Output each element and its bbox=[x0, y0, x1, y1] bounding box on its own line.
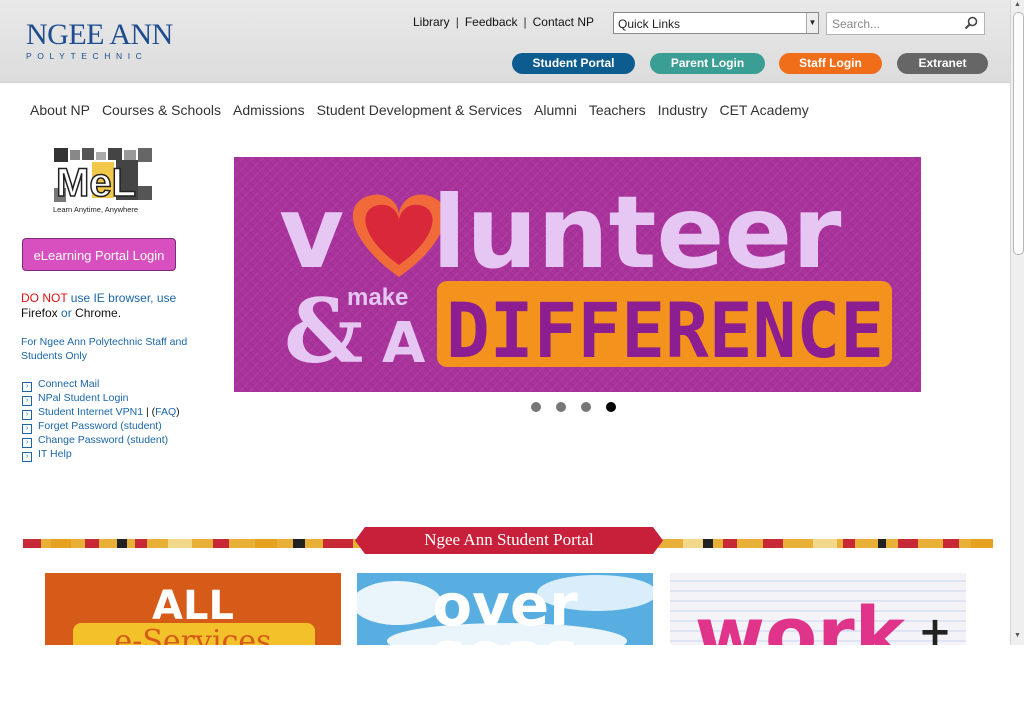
parent-login-label: Parent Login bbox=[670, 56, 745, 70]
elearning-login-button[interactable]: eLearning Portal Login bbox=[22, 238, 176, 271]
nav-item-industry[interactable]: Industry bbox=[658, 102, 708, 118]
banner-word-lunteer: lunteer bbox=[432, 174, 842, 291]
main-nav: About NP Courses & Schools Admissions Stude… bbox=[30, 102, 821, 118]
arrow-box-icon: › bbox=[22, 410, 32, 420]
chevron-down-icon: ▼ bbox=[806, 13, 818, 33]
warning-firefox: Firefox bbox=[21, 306, 58, 320]
quick-links-select[interactable]: Quick Links ▼ bbox=[613, 12, 819, 34]
page: NGEE ANN POLYTECHNIC Library | Feedback | Co… bbox=[0, 0, 1010, 645]
student-portal-label: Student Portal bbox=[532, 56, 615, 70]
separator: | bbox=[523, 15, 527, 29]
scroll-up-icon[interactable]: ▲ bbox=[1013, 1, 1022, 8]
contact-link[interactable]: Contact NP bbox=[533, 15, 594, 29]
parent-login-button[interactable]: Parent Login bbox=[650, 53, 765, 74]
scroll-down-icon[interactable]: ▼ bbox=[1013, 632, 1022, 639]
banner-word-v: v bbox=[279, 174, 344, 291]
arrow-box-icon: › bbox=[22, 382, 32, 392]
banner-a: A bbox=[382, 311, 426, 376]
logo-main-text: NGEE ANN bbox=[26, 18, 173, 51]
scrollbar[interactable]: ▲ ▼ bbox=[1010, 0, 1024, 645]
tile-eservices-text: e-Services bbox=[114, 624, 271, 645]
list-item[interactable]: › Forget Password (student) bbox=[22, 419, 180, 434]
feedback-link[interactable]: Feedback bbox=[465, 15, 518, 29]
nav-item-about[interactable]: About NP bbox=[30, 102, 90, 118]
arrow-box-icon: › bbox=[22, 452, 32, 462]
mel-logo[interactable]: MeL bbox=[52, 146, 154, 206]
search-placeholder: Search... bbox=[832, 17, 881, 31]
nav-item-admissions[interactable]: Admissions bbox=[233, 102, 305, 118]
staff-note: For Ngee Ann Polytechnic Staff and Stude… bbox=[21, 336, 188, 362]
arrow-box-icon: › bbox=[22, 438, 32, 448]
npal-login-link[interactable]: NPal Student Login bbox=[38, 392, 128, 404]
list-item[interactable]: › Connect Mail bbox=[22, 377, 180, 392]
top-links: Library | Feedback | Contact NP bbox=[413, 15, 594, 29]
change-password-link[interactable]: Change Password (student) bbox=[38, 434, 168, 446]
header: NGEE ANN POLYTECHNIC Library | Feedback | Co… bbox=[0, 0, 1010, 83]
warning-or: or bbox=[57, 306, 76, 320]
scrollbar-thumb[interactable] bbox=[1013, 12, 1024, 255]
nav-item-teachers[interactable]: Teachers bbox=[589, 102, 646, 118]
warning-chrome: Chrome bbox=[75, 306, 118, 320]
portal-title: Ngee Ann Student Portal bbox=[424, 530, 594, 549]
carousel-dot-2[interactable] bbox=[556, 402, 566, 412]
vpn-link[interactable]: Student Internet VPN1 bbox=[38, 406, 143, 418]
list-item[interactable]: › Change Password (student) bbox=[22, 433, 180, 448]
list-item[interactable]: › NPal Student Login bbox=[22, 391, 180, 406]
banner-difference: DIFFERENCE bbox=[446, 286, 884, 375]
tile-all-eservices[interactable]: ALL e-Services bbox=[45, 573, 341, 645]
logo-sub-text: POLYTECHNIC bbox=[26, 51, 148, 61]
warning-period: . bbox=[117, 306, 122, 320]
paren-close: ) bbox=[176, 406, 180, 418]
it-help-link[interactable]: IT Help bbox=[38, 448, 72, 460]
separator: | bbox=[143, 406, 152, 418]
warning-text-1: use IE browser, use bbox=[67, 291, 177, 305]
search-input[interactable]: Search... bbox=[826, 12, 985, 35]
connect-mail-link[interactable]: Connect Mail bbox=[38, 378, 99, 390]
staff-login-label: Staff Login bbox=[799, 56, 862, 70]
extranet-label: Extranet bbox=[918, 56, 967, 70]
banner-make: make bbox=[347, 284, 408, 311]
vpn-faq-link[interactable]: FAQ bbox=[155, 406, 176, 418]
tile-work[interactable]: work + bbox=[670, 573, 966, 645]
browser-warning: DO NOT use IE browser, use Firefox or Ch… bbox=[21, 291, 211, 321]
library-link[interactable]: Library bbox=[413, 15, 450, 29]
volunteer-banner[interactable]: v lunteer & make A DIFFERENCE bbox=[234, 157, 921, 392]
staff-login-button[interactable]: Staff Login bbox=[779, 53, 882, 74]
nav-item-courses[interactable]: Courses & Schools bbox=[102, 102, 221, 118]
elearning-login-label: eLearning Portal Login bbox=[33, 248, 165, 263]
np-logo[interactable]: NGEE ANN POLYTECHNIC bbox=[26, 18, 173, 62]
carousel-dot-3[interactable] bbox=[581, 402, 591, 412]
quick-link-list: › Connect Mail › NPal Student Login › Stude… bbox=[22, 377, 180, 462]
tile-work-text: work bbox=[695, 590, 907, 645]
nav-item-cet-academy[interactable]: CET Academy bbox=[719, 102, 808, 118]
tile-plus-text: + bbox=[918, 609, 952, 645]
tile-all-text: ALL bbox=[152, 583, 234, 629]
carousel-dot-4[interactable] bbox=[606, 402, 616, 412]
nav-item-alumni[interactable]: Alumni bbox=[534, 102, 577, 118]
search-icon[interactable] bbox=[964, 16, 978, 30]
arrow-box-icon: › bbox=[22, 396, 32, 406]
list-item[interactable]: › Student Internet VPN1 | (FAQ) bbox=[22, 405, 180, 420]
mel-caption: Learn Anytime, Anywhere bbox=[53, 205, 139, 214]
quick-links-value: Quick Links bbox=[618, 17, 681, 31]
separator: | bbox=[455, 15, 459, 29]
warning-do-not: DO NOT bbox=[21, 291, 68, 305]
nav-item-student-development[interactable]: Student Development & Services bbox=[317, 102, 522, 118]
arrow-box-icon: › bbox=[22, 424, 32, 434]
carousel-dot-1[interactable] bbox=[531, 402, 541, 412]
forget-password-link[interactable]: Forget Password (student) bbox=[38, 420, 162, 432]
tile-seas-text: seas bbox=[431, 619, 579, 645]
tile-overseas[interactable]: over seas bbox=[357, 573, 653, 645]
list-item[interactable]: › IT Help bbox=[22, 447, 180, 462]
mel-logo-text: MeL bbox=[56, 161, 136, 205]
student-portal-button[interactable]: Student Portal bbox=[512, 53, 635, 74]
extranet-button[interactable]: Extranet bbox=[897, 53, 988, 74]
